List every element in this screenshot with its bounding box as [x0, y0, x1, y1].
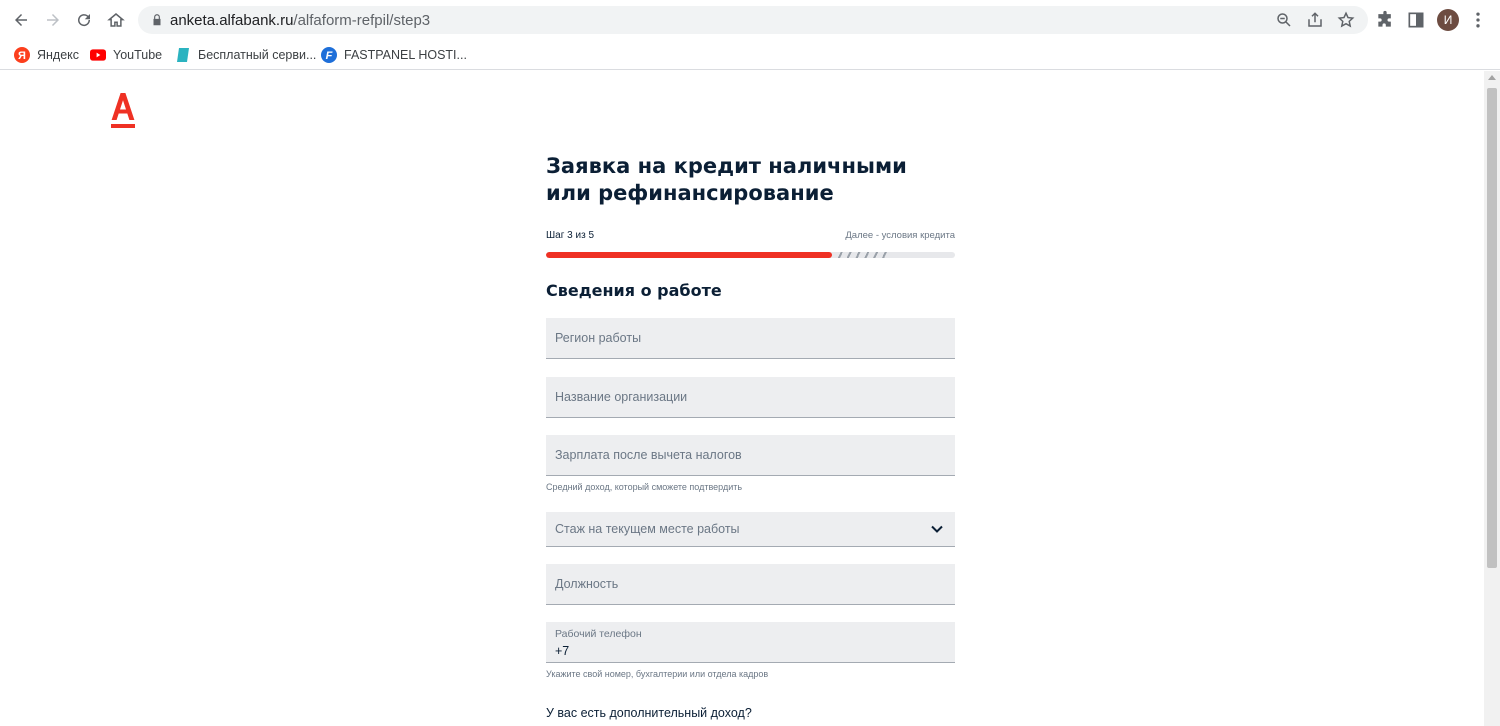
field-placeholder: Регион работы [555, 331, 642, 345]
step-indicator: Шаг 3 из 5 [546, 230, 595, 241]
salary-hint: Средний доход, который сможете подтверди… [546, 482, 743, 492]
profile-avatar[interactable]: И [1437, 9, 1459, 31]
progress-fill [546, 252, 832, 258]
address-bar[interactable]: anketa.alfabank.ru/alfaform-refpil/step3 [138, 6, 1368, 34]
menu-dots-icon[interactable] [1468, 10, 1488, 30]
yandex-icon: Я [14, 47, 30, 63]
bookmark-label: Яндекс [37, 48, 80, 62]
arrow-left-icon [15, 14, 27, 26]
page-scrollbar[interactable] [1484, 71, 1500, 726]
back-button[interactable] [9, 8, 33, 32]
url-text: anketa.alfabank.ru/alfaform-refpil/step3 [170, 12, 430, 29]
svg-text:Я: Я [18, 50, 26, 62]
work-phone-input[interactable]: Рабочий телефон +7 [546, 622, 955, 663]
chevron-down-icon [931, 525, 943, 533]
work-phone-hint: Укажите свой номер, бухгалтерии или отде… [546, 669, 769, 679]
field-placeholder: Стаж на текущем месте работы [555, 522, 740, 536]
bookmark-label: Бесплатный серви... [198, 48, 317, 62]
position-input[interactable]: Должность [546, 564, 955, 605]
extensions-icon[interactable] [1375, 10, 1395, 30]
reload-button[interactable] [72, 8, 96, 32]
section-title: Сведения о работе [546, 281, 722, 300]
field-placeholder: Зарплата после вычета налогов [555, 448, 742, 462]
next-step-label: Далее - условия кредита [845, 230, 955, 241]
arrow-right-icon [47, 14, 59, 26]
bookmark-favicon-icon [175, 47, 191, 63]
url-host: anketa.alfabank.ru [170, 12, 294, 29]
scroll-up-icon[interactable] [1488, 75, 1496, 80]
home-icon [107, 13, 125, 27]
lock-icon [153, 14, 161, 26]
bookmark-yandex[interactable]: Я Яндекс [14, 44, 79, 66]
forward-button[interactable] [41, 8, 65, 32]
side-panel-icon[interactable] [1406, 10, 1426, 30]
field-placeholder: Название организации [555, 390, 688, 404]
bookmark-fastpanel[interactable]: F FASTPANEL HOSTI... [321, 44, 467, 66]
progress-next-step [834, 252, 891, 258]
alfabank-logo-icon[interactable] [111, 93, 135, 129]
field-value: +7 [555, 644, 570, 658]
fastpanel-icon: F [321, 47, 337, 63]
home-button[interactable] [104, 8, 128, 32]
field-label: Рабочий телефон [555, 628, 642, 640]
salary-input[interactable]: Зарплата после вычета налогов [546, 435, 955, 476]
bookmark-label: FASTPANEL HOSTI... [344, 48, 467, 62]
work-experience-select[interactable]: Стаж на текущем месте работы [546, 512, 955, 547]
zoom-icon[interactable] [1275, 11, 1293, 29]
youtube-icon [90, 47, 106, 63]
star-icon[interactable] [1337, 11, 1355, 29]
browser-toolbar: anketa.alfabank.ru/alfaform-refpil/step3… [0, 0, 1500, 40]
share-icon[interactable] [1306, 11, 1324, 29]
progress-bar [546, 252, 955, 258]
extra-income-question: У вас есть дополнительный доход? [546, 706, 752, 720]
bookmark-youtube[interactable]: YouTube [90, 44, 162, 66]
work-region-input[interactable]: Регион работы [546, 318, 955, 359]
bookmark-free-service[interactable]: Бесплатный серви... [175, 44, 316, 66]
organization-name-input[interactable]: Название организации [546, 377, 955, 418]
page-content: Заявка на кредит наличными или рефинанси… [0, 71, 1484, 726]
bookmark-label: YouTube [113, 48, 163, 62]
url-path: /alfaform-refpil/step3 [293, 12, 431, 29]
svg-text:F: F [326, 50, 333, 62]
reload-icon [78, 14, 91, 27]
field-placeholder: Должность [555, 577, 619, 591]
page-title: Заявка на кредит наличными или рефинанси… [546, 154, 907, 205]
scrollbar-thumb[interactable] [1487, 88, 1497, 568]
bookmarks-bar: Я Яндекс YouTube Бесплатный серви... F F… [0, 40, 1500, 70]
